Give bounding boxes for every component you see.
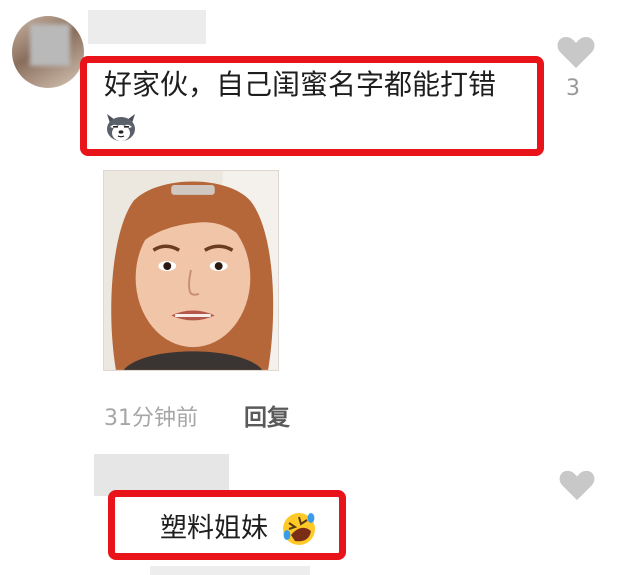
highlight-box <box>108 490 346 560</box>
reply-meta-partial <box>150 566 310 575</box>
like-count: 3 <box>566 76 580 101</box>
heart-icon[interactable] <box>558 468 596 502</box>
username-blurred <box>88 10 206 44</box>
highlight-box <box>80 56 544 156</box>
comment-time: 31分钟前 <box>104 406 198 431</box>
reply-button[interactable]: 回复 <box>244 398 290 432</box>
reaction-photo[interactable] <box>103 170 279 371</box>
avatar[interactable] <box>12 16 84 88</box>
blurred-face <box>30 24 70 66</box>
heart-icon[interactable] <box>556 34 596 70</box>
